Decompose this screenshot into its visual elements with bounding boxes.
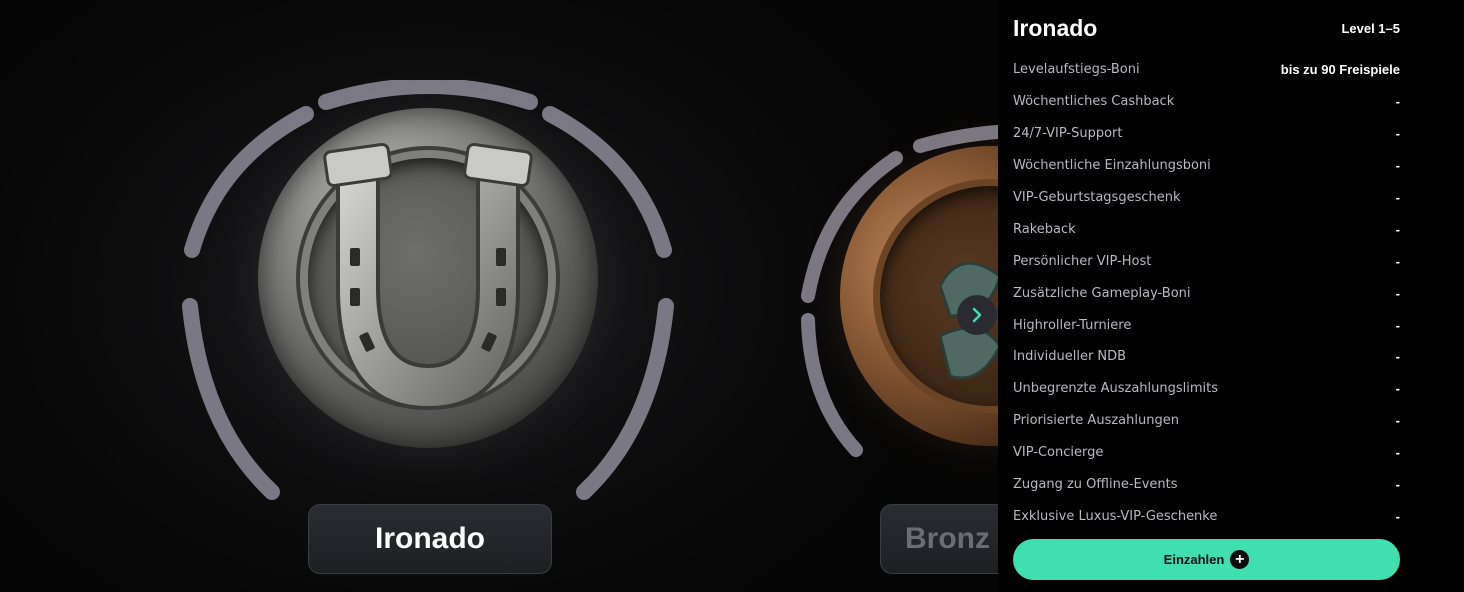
benefit-value: - <box>1395 413 1400 429</box>
benefit-value: - <box>1395 94 1400 110</box>
benefit-label: Priorisierte Auszahlungen <box>1013 413 1179 429</box>
benefit-row: Rakeback - <box>1013 213 1400 245</box>
deposit-button[interactable]: Einzahlen + <box>1013 539 1400 580</box>
benefit-row: VIP-Concierge - <box>1013 437 1400 469</box>
chevron-right-icon <box>972 307 982 323</box>
benefit-value: - <box>1395 317 1400 333</box>
benefit-label: Levelaufstiegs-Boni <box>1013 62 1140 78</box>
benefit-row: Highroller-Turniere - <box>1013 309 1400 341</box>
benefit-label: Wöchentliches Cashback <box>1013 94 1175 110</box>
benefit-value: - <box>1395 126 1400 142</box>
tier-name-plate: Ironado <box>308 504 552 574</box>
benefit-row: Zugang zu Offline-Events - <box>1013 469 1400 501</box>
level-range: Level 1–5 <box>1341 20 1400 36</box>
benefit-row: Wöchentliche Einzahlungsboni - <box>1013 150 1400 182</box>
tier-carousel: Ironado Bronz Ironado Level 1–5 Levelauf… <box>0 0 1464 592</box>
benefit-value: - <box>1395 349 1400 365</box>
benefit-value: - <box>1395 477 1400 493</box>
benefit-label: Individueller NDB <box>1013 349 1127 365</box>
benefit-label: VIP-Geburtstagsgeschenk <box>1013 190 1181 205</box>
benefit-row: Priorisierte Auszahlungen - <box>1013 405 1400 437</box>
benefit-row: VIP-Geburtstagsgeschenk - <box>1013 182 1400 214</box>
benefit-label: Zugang zu Offline-Events <box>1013 477 1178 493</box>
benefit-label: Highroller-Turniere <box>1013 317 1132 333</box>
ironado-coin <box>258 108 598 448</box>
panel-header: Ironado Level 1–5 <box>1013 0 1400 54</box>
plus-circle-icon: + <box>1230 550 1250 569</box>
ironado-medal[interactable] <box>178 80 678 500</box>
tier-name-next: Bronz <box>905 522 990 555</box>
benefit-label: Persönlicher VIP-Host <box>1013 253 1152 269</box>
tier-details-panel: Ironado Level 1–5 Levelaufstiegs-Boni bis… <box>998 0 1464 592</box>
benefit-row: 24/7-VIP-Support - <box>1013 118 1400 150</box>
ring-segment <box>318 80 538 110</box>
panel-title: Ironado <box>1013 14 1098 41</box>
benefit-value: bis zu 90 Freispiele <box>1280 62 1400 78</box>
benefit-value: - <box>1395 508 1400 524</box>
benefit-label: Exklusive Luxus-VIP-Geschenke <box>1013 508 1218 524</box>
benefit-label: Unbegrenzte Auszahlungslimits <box>1013 381 1219 397</box>
ring-segment <box>182 298 280 500</box>
benefit-row: Individueller NDB - <box>1013 341 1400 373</box>
horseshoe-icon <box>323 142 533 411</box>
benefit-row: Wöchentliches Cashback - <box>1013 86 1400 118</box>
benefit-label: Rakeback <box>1013 221 1076 237</box>
benefit-label: VIP-Concierge <box>1013 445 1104 461</box>
benefit-value: - <box>1395 253 1400 269</box>
benefit-row: Persönlicher VIP-Host - <box>1013 245 1400 277</box>
next-tier-button[interactable] <box>957 295 997 335</box>
ring-segment <box>576 298 674 500</box>
benefit-row: Zusätzliche Gameplay-Boni - <box>1013 277 1400 309</box>
benefit-label: 24/7-VIP-Support <box>1013 126 1123 142</box>
benefit-value: - <box>1395 285 1400 301</box>
benefit-row: Levelaufstiegs-Boni bis zu 90 Freispiele <box>1013 54 1400 86</box>
benefit-value: - <box>1395 190 1400 205</box>
benefit-label: Zusätzliche Gameplay-Boni <box>1013 285 1191 301</box>
benefit-row: Exklusive Luxus-VIP-Geschenke - <box>1013 500 1400 532</box>
benefit-value: - <box>1395 445 1400 461</box>
benefit-value: - <box>1395 221 1400 237</box>
tier-name: Ironado <box>375 522 485 555</box>
benefit-value: - <box>1395 158 1400 174</box>
benefit-label: Wöchentliche Einzahlungsboni <box>1013 158 1211 174</box>
deposit-label: Einzahlen <box>1163 552 1225 567</box>
benefit-row: Unbegrenzte Auszahlungslimits - <box>1013 373 1400 405</box>
benefit-value: - <box>1395 381 1400 397</box>
benefits-list: Levelaufstiegs-Boni bis zu 90 Freispiele W… <box>1013 54 1400 532</box>
